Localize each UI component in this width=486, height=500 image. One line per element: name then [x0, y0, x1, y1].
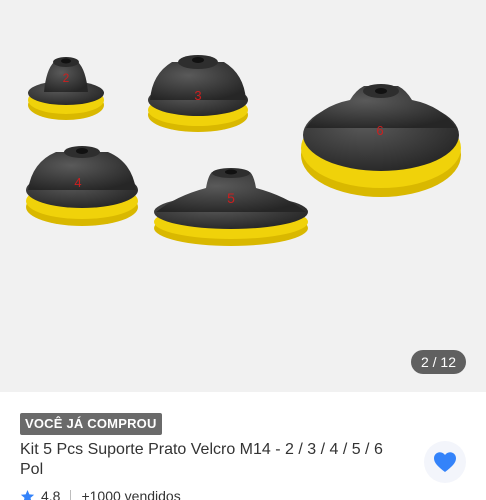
backing-pad-3: 3 [148, 55, 248, 132]
backing-pad-4: 4 [26, 146, 138, 226]
pad-label-5: 5 [227, 190, 235, 206]
favorite-button[interactable] [424, 441, 466, 483]
rating-value: 4.8 [41, 488, 61, 500]
product-image-gallery[interactable]: 2 3 4 5 6 2 / 12 [0, 0, 486, 392]
heart-icon [434, 452, 456, 472]
backing-pad-5: 5 [154, 168, 308, 246]
pad-label-4: 4 [74, 175, 81, 190]
rating-row[interactable]: 4.8 +1000 vendidos [20, 488, 181, 500]
star-icon [20, 489, 35, 500]
pad-label-2: 2 [63, 71, 70, 85]
pad-label-3: 3 [194, 88, 201, 103]
purchased-badge: VOCÊ JÁ COMPROU [20, 413, 162, 435]
backing-pad-6: 6 [301, 84, 461, 197]
rating-separator [70, 490, 72, 500]
pad-label-6: 6 [376, 123, 383, 138]
image-counter: 2 / 12 [410, 350, 466, 374]
product-info: VOCÊ JÁ COMPROU Kit 5 Pcs Suporte Prato … [0, 392, 486, 500]
backing-pad-2: 2 [28, 57, 104, 120]
product-title: Kit 5 Pcs Suporte Prato Velcro M14 - 2 /… [20, 441, 383, 478]
sold-count: +1000 vendidos [81, 488, 181, 500]
product-photo: 2 3 4 5 6 [26, 55, 461, 246]
